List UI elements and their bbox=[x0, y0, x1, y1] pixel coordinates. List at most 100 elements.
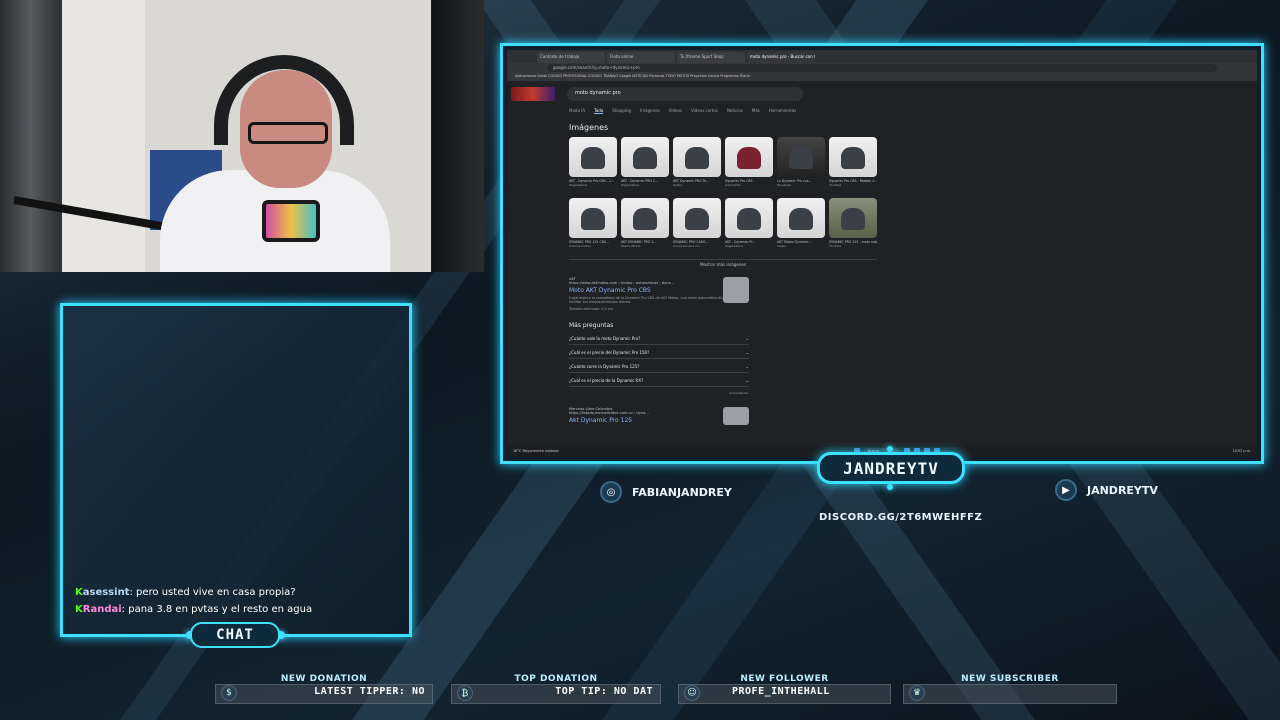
image-result[interactable]: AKT - Dynamic Pr... Zagarestore bbox=[725, 198, 773, 248]
image-source: Zagarestore bbox=[725, 244, 744, 248]
chevron-down-icon: ⌄ bbox=[745, 364, 749, 369]
instagram-name: FABIANJANDREY bbox=[632, 485, 732, 499]
image-result[interactable]: AKT Motos Dynamic... Kalipo bbox=[777, 198, 825, 248]
image-result[interactable]: Dynamic Pro CBS Autometro bbox=[725, 137, 773, 187]
show-more-images-button[interactable]: Mostrar más imágenes bbox=[569, 259, 877, 267]
nav-tab-all[interactable]: Todo bbox=[594, 108, 604, 114]
chat-box: Kasessint: pero usted vive en casa propi… bbox=[60, 303, 412, 637]
webcam-curtain bbox=[0, 0, 62, 272]
stat-bar bbox=[903, 684, 1117, 704]
image-row-2: DYNAMIC PRO 125 CBS... Cobone motos AKT D… bbox=[569, 198, 877, 248]
browser-tab[interactable]: Tu Xtreme Sport Shop bbox=[677, 52, 745, 63]
question-text: ¿Cuál es el precio de la Dynamic RX? bbox=[569, 378, 644, 383]
google-nav-tabs: Modo IA Todo Shopping Imágenes Videos Vi… bbox=[569, 108, 796, 114]
stat-label: NEW DONATION bbox=[280, 674, 368, 684]
question-item[interactable]: ¿Cuál es el precio de la Dynamic RX? ⌄ bbox=[569, 375, 749, 387]
chat-username: asessint bbox=[82, 587, 130, 598]
scooter-image bbox=[777, 137, 825, 177]
result-url: https://www.aktmotos.com › motos › autom… bbox=[569, 281, 675, 285]
bookmarks-bar[interactable]: Aplicaciones Gmail CODIGO PROFESIONAL CO… bbox=[507, 73, 1257, 81]
instagram-icon: ◎ bbox=[600, 481, 622, 503]
stat-value: TOP TIP: NO DAT bbox=[555, 686, 653, 697]
nav-tab-more[interactable]: Más bbox=[752, 108, 760, 114]
image-source: Cobone motos bbox=[569, 244, 591, 248]
stat-label: TOP DONATION bbox=[514, 674, 598, 684]
image-source: Zagarestore bbox=[621, 183, 640, 187]
kick-badge-icon: K bbox=[75, 604, 83, 615]
chat-label: CHAT bbox=[190, 622, 280, 648]
scooter-image bbox=[673, 198, 721, 238]
url-field[interactable]: google.com/search?q=moto+dynamic+pro bbox=[547, 64, 1217, 72]
chat-message: Kasessint: pero usted vive en casa propi… bbox=[75, 587, 296, 598]
google-search-input[interactable]: moto dynamic pro bbox=[567, 87, 803, 101]
search-result: Mercado Libre Colombia https://listado.m… bbox=[569, 407, 749, 424]
top-donation-panel: TOP DONATION ₿ TOP TIP: NO DAT bbox=[451, 672, 661, 704]
browser-window: Contrato de trabajo Flota online Tu Xtre… bbox=[507, 50, 1257, 457]
image-result[interactable]: AKT - Dynamic Pro CBS - 2... Zagarestore bbox=[569, 137, 617, 187]
image-result[interactable]: DYNAMIC PRO 125 CBS... Cobone motos bbox=[569, 198, 617, 248]
scooter-image bbox=[569, 198, 617, 238]
chevron-down-icon: ⌄ bbox=[745, 350, 749, 355]
image-result[interactable]: La Dynamic Pro cua... Facebook bbox=[777, 137, 825, 187]
nav-tab-videos[interactable]: Videos bbox=[669, 108, 682, 114]
new-donation-panel: NEW DONATION $ LATEST TIPPER: NO bbox=[215, 672, 433, 704]
google-results-page: moto dynamic pro Modo IA Todo Shopping I… bbox=[507, 81, 1257, 445]
scooter-image bbox=[725, 137, 773, 177]
image-source: YouTube bbox=[829, 244, 842, 248]
nav-tab-short-videos[interactable]: Videos cortos bbox=[691, 108, 718, 114]
nav-tab-tools[interactable]: Herramientas bbox=[769, 108, 796, 114]
new-subscriber-panel: NEW SUBSCRIBER ♛ bbox=[903, 672, 1117, 704]
question-item[interactable]: ¿Cuánto vale la moto Dynamic Pro? ⌄ bbox=[569, 333, 749, 345]
nav-tab-ai-mode[interactable]: Modo IA bbox=[569, 108, 585, 114]
scooter-image bbox=[829, 198, 877, 238]
people-also-ask-title: Más preguntas bbox=[569, 322, 614, 329]
image-result[interactable]: AKT - Dynamic PRO C... Zagarestore bbox=[621, 137, 669, 187]
comments-link[interactable]: Comentarios bbox=[729, 391, 748, 395]
taskbar-clock[interactable]: 10:52 p.m. bbox=[1221, 449, 1251, 453]
discord-link: DISCORD.GG/2T6MWEHFFZ bbox=[819, 512, 983, 523]
browser-tab[interactable]: Contrato de trabajo bbox=[537, 52, 605, 63]
youtube-handle: ▶ JANDREYTV bbox=[1055, 479, 1158, 501]
result-thumbnail[interactable] bbox=[723, 407, 749, 425]
youtube-name: JANDREYTV bbox=[1087, 483, 1158, 497]
question-text: ¿Cuánto corre la Dynamic Pro 125? bbox=[569, 364, 640, 369]
question-text: ¿Cuál es el precio del Dynamic Pro 150? bbox=[569, 350, 650, 355]
scooter-image bbox=[777, 198, 825, 238]
image-result[interactable]: Dynamic Pro CBS - Modelo 2... YouTube bbox=[829, 137, 877, 187]
image-source: Concesionaria mo... bbox=[673, 244, 703, 248]
instagram-handle: ◎ FABIANJANDREY bbox=[600, 481, 732, 503]
result-title-link[interactable]: Moto AKT Dynamic Pro CBS bbox=[569, 287, 749, 294]
browser-tab-active[interactable]: moto dynamic pro - Buscar con Google bbox=[747, 52, 815, 63]
kick-badge-icon: K bbox=[75, 587, 83, 598]
chat-messages: Kasessint: pero usted vive en casa propi… bbox=[75, 584, 401, 618]
youtube-icon: ▶ bbox=[1055, 479, 1077, 501]
image-source: Facebook bbox=[777, 183, 792, 187]
result-title-link[interactable]: Akt Dynamic Pro 125 bbox=[569, 417, 749, 424]
stat-label: NEW SUBSCRIBER bbox=[961, 674, 1059, 684]
chevron-down-icon: ⌄ bbox=[745, 336, 749, 341]
webcam-door bbox=[432, 0, 484, 272]
image-result[interactable]: AKT Dynamic PRO Te... Kalipo bbox=[673, 137, 721, 187]
browser-tab[interactable]: Flota online bbox=[607, 52, 675, 63]
banner-dot bbox=[887, 446, 893, 452]
nav-tab-news[interactable]: Noticias bbox=[727, 108, 743, 114]
chat-username: Randai bbox=[82, 604, 122, 615]
weather-widget[interactable]: 18°C Mayormente nublado bbox=[513, 449, 573, 453]
result-thumbnail[interactable] bbox=[723, 277, 749, 303]
browser-tab-bar: Contrato de trabajo Flota online Tu Xtre… bbox=[507, 50, 1257, 63]
result-url: https://listado.mercadolibre.com.co › dy… bbox=[569, 411, 649, 415]
nav-tab-images[interactable]: Imágenes bbox=[640, 108, 660, 114]
image-source: Kalipo bbox=[777, 244, 787, 248]
question-item[interactable]: ¿Cuánto corre la Dynamic Pro 125? ⌄ bbox=[569, 361, 749, 373]
follower-icon: ☺ bbox=[684, 685, 700, 701]
channel-name-banner: JANDREYTV bbox=[817, 452, 965, 484]
google-doodle-logo[interactable] bbox=[511, 87, 555, 101]
image-result[interactable]: DYNAMIC PRO 125 - moto automá...YouTube bbox=[829, 198, 877, 248]
scooter-image bbox=[673, 137, 721, 177]
question-item[interactable]: ¿Cuál es el precio del Dynamic Pro 150? ⌄ bbox=[569, 347, 749, 359]
result-snippet: Experimenta la comodidad de la Dynamic P… bbox=[569, 296, 743, 305]
address-bar: google.com/search?q=moto+dynamic+pro bbox=[507, 63, 1257, 73]
image-result[interactable]: AKT DYNAMIC PRO 1... Oferta Motos bbox=[621, 198, 669, 248]
nav-tab-shopping[interactable]: Shopping bbox=[612, 108, 631, 114]
image-result[interactable]: DYNAMIC PRO CARG... Concesionaria mo... bbox=[673, 198, 721, 248]
